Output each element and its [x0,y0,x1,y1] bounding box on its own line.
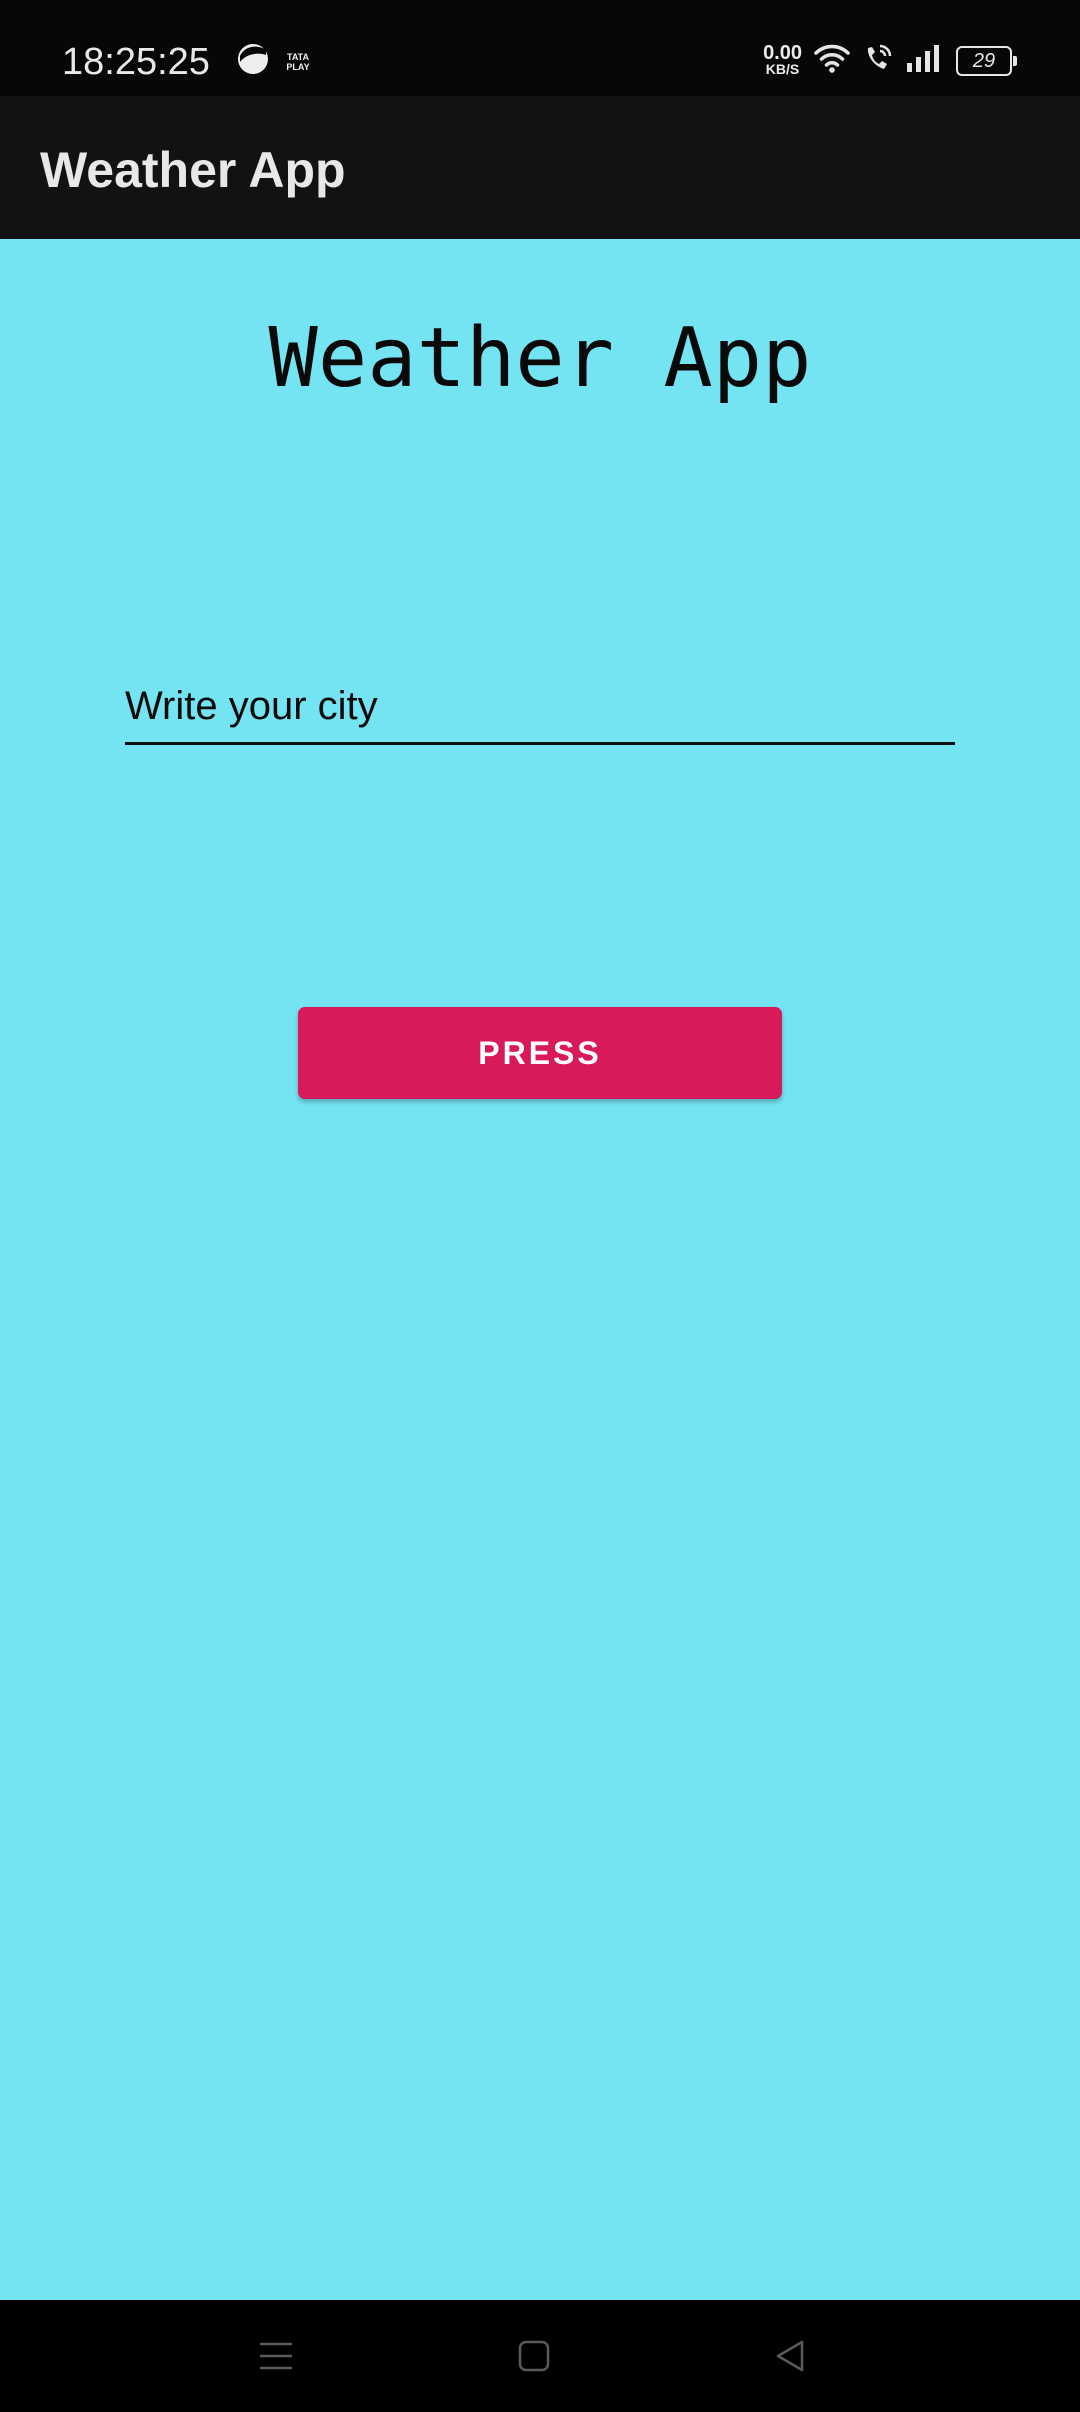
back-icon[interactable] [760,2326,820,2386]
home-icon[interactable] [504,2326,564,2386]
wifi-calling-icon [862,42,894,79]
signal-icon [906,43,944,78]
app-bar: Weather App [0,96,1080,239]
status-time: 18:25:25 [62,41,210,83]
city-input[interactable] [125,670,955,742]
tata-play-line2: PLAY [286,61,310,72]
network-speed: 0.00 KB/S [763,41,802,77]
city-field [125,670,955,745]
battery-icon: 29 [956,45,1017,76]
status-system-icons: 0.00 KB/S 29 [763,41,1017,79]
moon-app-icon [236,42,270,81]
navigation-bar [0,2300,1080,2412]
wifi-icon [814,42,850,79]
menu-icon[interactable] [246,2326,306,2386]
page-title: Weather App [268,311,812,406]
app-bar-title: Weather App [40,142,346,198]
status-bar: 18:25:25 TATA PLAY 0.00 KB/S 29 [0,0,1080,96]
status-notification-icons: TATA PLAY [236,42,310,81]
network-speed-unit: KB/S [765,60,800,77]
tata-play-line1: TATA [287,51,309,62]
press-button[interactable]: PRESS [298,1007,782,1099]
network-speed-value: 0.00 [763,41,802,64]
main-content: Weather App PRESS [0,239,1080,2300]
tata-play-icon: TATA PLAY [286,52,310,72]
